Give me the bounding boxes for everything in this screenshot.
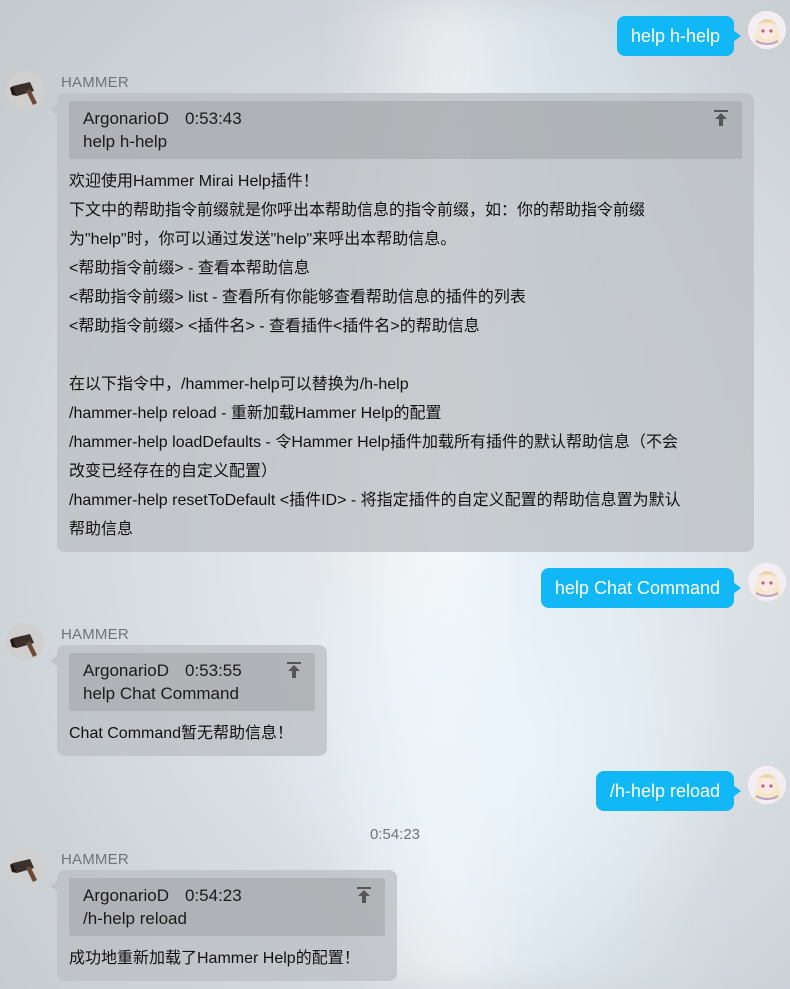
- message-line: /hammer-help resetToDefault <插件ID> - 将指定…: [69, 492, 681, 509]
- message-line: <帮助指令前缀> list - 查看所有你能够查看帮助信息的插件的列表: [69, 289, 526, 306]
- self-message-bubble[interactable]: help Chat Command: [540, 568, 742, 608]
- anime-avatar-icon: [748, 766, 786, 804]
- bot-message-bubble[interactable]: ArgonarioD 0:53:55 help Chat Command Cha…: [50, 645, 327, 756]
- message-line: 在以下指令中，/hammer-help可以替换为/h-help: [69, 376, 409, 393]
- bot-message-bubble[interactable]: ArgonarioD 0:54:23 /h-help reload 成功地重新加…: [50, 870, 397, 981]
- message-line: /hammer-help reload - 重新加载Hammer Help的配置: [69, 405, 442, 422]
- message-line: 帮助信息: [69, 521, 134, 538]
- anime-avatar-icon: [748, 563, 786, 601]
- self-message-bubble[interactable]: help h-help: [616, 16, 742, 56]
- hammer-avatar-icon: [6, 623, 44, 661]
- sender-name: HAMMER: [61, 74, 129, 91]
- hammer-avatar-icon: [6, 848, 44, 886]
- bot-avatar[interactable]: [6, 848, 44, 886]
- message-line: <帮助指令前缀> <插件名> - 查看插件<插件名>的帮助信息: [69, 318, 480, 335]
- message-line: 成功地重新加载了Hammer Help的配置！: [69, 950, 360, 967]
- self-message-text: /h-help reload: [609, 781, 720, 801]
- anime-avatar-icon: [748, 11, 786, 49]
- scroll-to-top-icon[interactable]: [285, 661, 303, 679]
- quote-author: ArgonarioD: [83, 886, 169, 905]
- sender-name: HAMMER: [61, 626, 129, 643]
- user-avatar[interactable]: [748, 563, 786, 601]
- message-line: 为"help"时，你可以通过发送"help"来呼出本帮助信息。: [69, 231, 457, 248]
- user-avatar[interactable]: [748, 11, 786, 49]
- quote-time: 0:53:55: [185, 661, 242, 680]
- self-message-bubble[interactable]: /h-help reload: [595, 771, 742, 811]
- message-line: Chat Command暂无帮助信息！: [69, 725, 294, 742]
- quote-text: help h-help: [83, 132, 168, 151]
- quoted-message[interactable]: ArgonarioD 0:53:55 help Chat Command: [69, 653, 315, 711]
- self-message-text: help h-help: [630, 26, 720, 46]
- message-line: 改变已经存在的自定义配置）: [69, 463, 278, 480]
- scroll-to-top-icon[interactable]: [712, 109, 730, 127]
- quote-text: /h-help reload: [83, 909, 187, 928]
- message-line: <帮助指令前缀> - 查看本帮助信息: [69, 260, 310, 277]
- message-line: 下文中的帮助指令前缀就是你呼出本帮助信息的指令前缀，如：你的帮助指令前缀: [69, 202, 646, 219]
- quote-author: ArgonarioD: [83, 661, 169, 680]
- sender-name: HAMMER: [61, 851, 129, 868]
- quoted-message[interactable]: ArgonarioD 0:53:43 help h-help: [69, 101, 742, 159]
- quoted-message[interactable]: ArgonarioD 0:54:23 /h-help reload: [69, 878, 385, 936]
- scroll-to-top-icon[interactable]: [355, 886, 373, 904]
- bot-avatar[interactable]: [6, 71, 44, 109]
- quote-author: ArgonarioD: [83, 109, 169, 128]
- chat-timestamp: 0:54:23: [369, 826, 421, 843]
- message-line: 欢迎使用Hammer Mirai Help插件！: [69, 173, 319, 190]
- bot-avatar[interactable]: [6, 623, 44, 661]
- user-avatar[interactable]: [748, 766, 786, 804]
- self-message-text: help Chat Command: [554, 578, 720, 598]
- quote-time: 0:54:23: [185, 886, 242, 905]
- bot-message-bubble[interactable]: ArgonarioD 0:53:43 help h-help 欢迎使用Hamme…: [50, 93, 754, 552]
- hammer-avatar-icon: [6, 71, 44, 109]
- message-line: /hammer-help loadDefaults - 令Hammer Help…: [69, 434, 679, 451]
- quote-time: 0:53:43: [185, 109, 242, 128]
- quote-text: help Chat Command: [83, 684, 239, 703]
